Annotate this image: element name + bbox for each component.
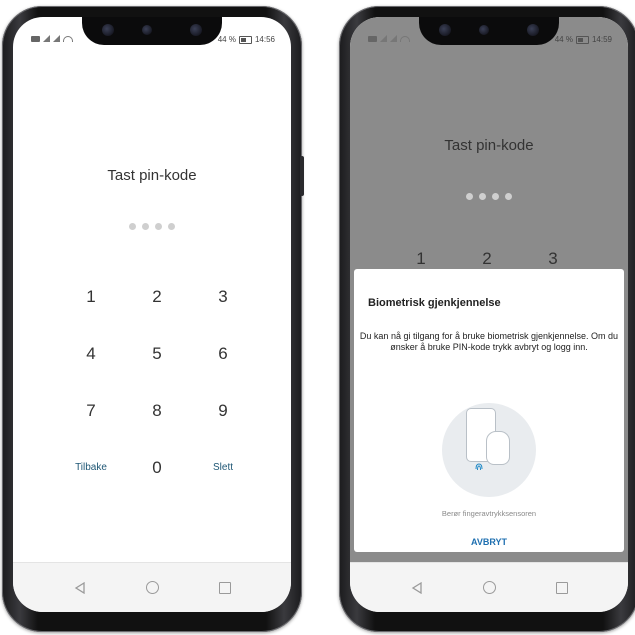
- camera-icon: [190, 24, 202, 36]
- key-1[interactable]: 1: [61, 287, 121, 307]
- key-3[interactable]: 3: [523, 249, 583, 269]
- key-tilbake[interactable]: Tilbake: [61, 462, 121, 473]
- pin-dot: [155, 223, 162, 230]
- nav-home-icon[interactable]: [146, 581, 160, 594]
- key-2[interactable]: 2: [127, 287, 187, 307]
- notch: [82, 17, 222, 45]
- pin-dot: [466, 193, 473, 200]
- fingerprint-illustration: [442, 403, 536, 497]
- key-3[interactable]: 3: [193, 287, 253, 307]
- nav-back-icon[interactable]: [73, 581, 87, 595]
- key-8[interactable]: 8: [127, 401, 187, 421]
- signal-icon: [43, 35, 50, 42]
- wifi-icon: [63, 35, 73, 42]
- battery-icon: [238, 35, 252, 44]
- pin-dot: [129, 223, 136, 230]
- nav-back-icon[interactable]: [410, 581, 424, 595]
- battery-percent: 44 %: [554, 35, 573, 44]
- dialog-title: Biometrisk gjenkjennelse: [368, 297, 501, 309]
- notch: [419, 17, 559, 45]
- navigation-bar: [13, 562, 291, 612]
- key-9[interactable]: 9: [193, 401, 253, 421]
- pin-dots: [350, 187, 628, 205]
- signal-icon: [390, 35, 397, 42]
- volume-button: [300, 156, 304, 196]
- screen-left: 44 % 14:56 Tast pin-kode 1 2 3 4 5 6 7 8 9 Tilbak…: [13, 17, 291, 612]
- status-time: 14:56: [254, 35, 275, 44]
- sensor-icon: [142, 25, 152, 35]
- phone-right: 44 % 14:59 Tast pin-kode 123 Biometrisk …: [339, 6, 635, 632]
- signal-icon: [53, 35, 60, 42]
- phone-left: 44 % 14:56 Tast pin-kode 1 2 3 4 5 6 7 8 9 Tilbak…: [2, 6, 304, 632]
- battery-icon: [575, 35, 589, 44]
- page-title: Tast pin-kode: [107, 167, 197, 184]
- pin-dot: [142, 223, 149, 230]
- sim-icon: [31, 35, 40, 42]
- status-time: 14:59: [591, 35, 612, 44]
- hand-icon: [486, 431, 510, 465]
- sim-icon: [368, 35, 377, 42]
- pin-dot: [168, 223, 175, 230]
- pin-dot: [479, 193, 486, 200]
- signal-icon: [380, 35, 387, 42]
- wifi-icon: [400, 35, 410, 42]
- camera-icon: [439, 24, 451, 36]
- fingerprint-icon: [473, 461, 485, 475]
- cancel-button[interactable]: AVBRYT: [354, 537, 624, 547]
- key-6[interactable]: 6: [193, 344, 253, 364]
- key-5[interactable]: 5: [127, 344, 187, 364]
- pin-dot: [505, 193, 512, 200]
- battery-percent: 44 %: [217, 35, 236, 44]
- camera-icon: [527, 24, 539, 36]
- key-1[interactable]: 1: [391, 249, 451, 269]
- sensor-icon: [479, 25, 489, 35]
- key-7[interactable]: 7: [61, 401, 121, 421]
- camera-icon: [102, 24, 114, 36]
- dialog-hint: Berør fingeravtrykksensoren: [441, 509, 537, 518]
- screen-right: 44 % 14:59 Tast pin-kode 123 Biometrisk …: [350, 17, 628, 612]
- page-title: Tast pin-kode: [444, 137, 534, 154]
- key-slett[interactable]: Slett: [193, 462, 253, 473]
- dialog-body: Du kan nå gi tilgang for å bruke biometr…: [359, 331, 619, 352]
- biometric-dialog: Biometrisk gjenkjennelse Du kan nå gi ti…: [354, 269, 624, 552]
- nav-home-icon[interactable]: [483, 581, 497, 594]
- key-4[interactable]: 4: [61, 344, 121, 364]
- key-0[interactable]: 0: [127, 458, 187, 478]
- pin-dot: [492, 193, 499, 200]
- nav-recent-icon[interactable]: [556, 581, 569, 594]
- pin-dots: [13, 217, 291, 235]
- key-2[interactable]: 2: [457, 249, 517, 269]
- nav-recent-icon[interactable]: [219, 581, 232, 594]
- navigation-bar: [350, 562, 628, 612]
